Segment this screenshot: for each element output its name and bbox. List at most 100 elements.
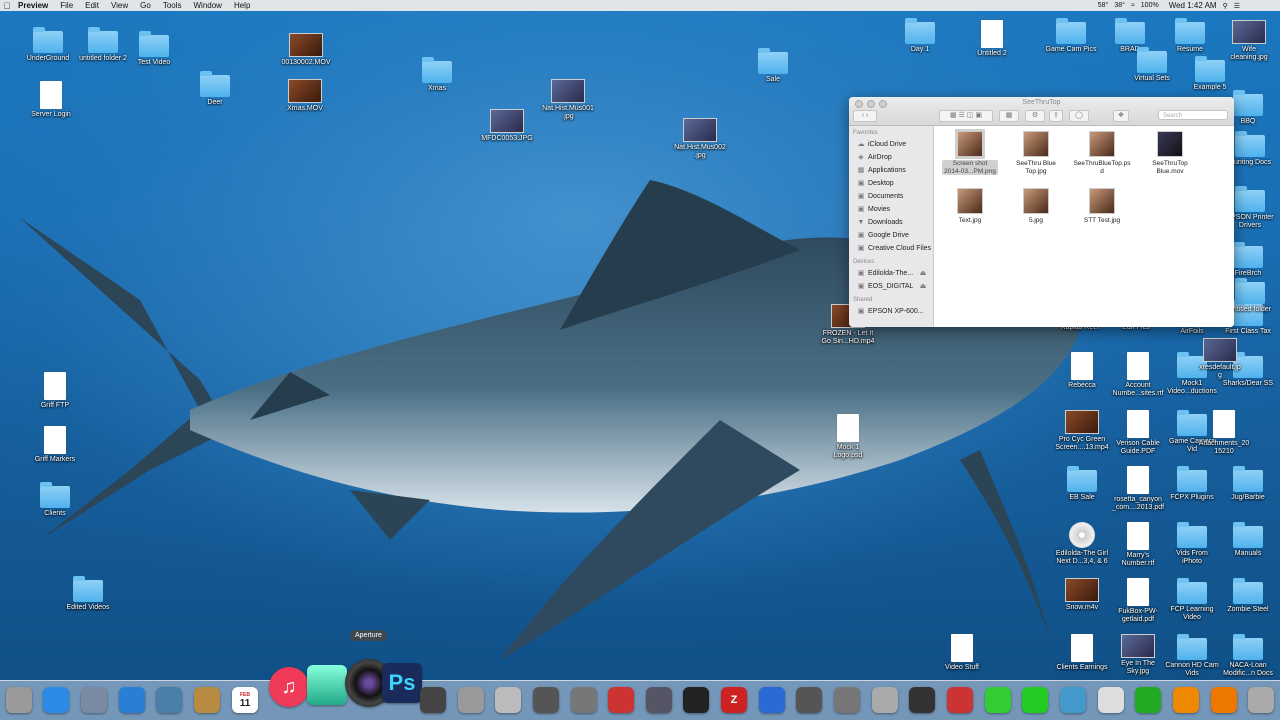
desktop-icon[interactable]: Account Numbe...sites.rtf <box>1108 352 1168 398</box>
desktop-icon[interactable]: Edited Videos <box>58 576 118 612</box>
desktop-icon[interactable]: Verison Cable Guide.PDF <box>1108 410 1168 456</box>
menu-file[interactable]: File <box>54 1 79 10</box>
dock-imovie-icon[interactable] <box>646 687 672 713</box>
dock-numbers-icon[interactable] <box>1135 687 1161 713</box>
dock-filezilla-icon[interactable]: Z <box>721 687 747 713</box>
desktop-icon[interactable]: Server Login <box>21 81 81 119</box>
dock-automator-icon[interactable] <box>458 687 484 713</box>
desktop-icon[interactable]: Griff Markers <box>25 426 85 464</box>
dock-facetime-icon[interactable] <box>1022 687 1048 713</box>
desktop-icon[interactable]: Jug/Barbie <box>1218 466 1278 502</box>
sidebar-item-favorite[interactable]: ◈ AirDrop <box>849 151 933 164</box>
clock[interactable]: Wed 1:42 AM <box>1169 1 1217 10</box>
desktop-icon[interactable]: FCPX Plugins <box>1162 466 1222 502</box>
desktop-icon[interactable]: Nat.Hist.Mus001 .jpg <box>538 79 598 121</box>
desktop-icon[interactable]: Attachments_20 15210 <box>1194 410 1254 456</box>
dock-folder-icon[interactable] <box>1098 687 1124 713</box>
sidebar-item-favorite[interactable]: ▦ Applications <box>849 164 933 177</box>
desktop-icon[interactable]: Snow.m4v <box>1052 578 1112 612</box>
desktop-icon[interactable]: NACA-Loan Modific...n Docs <box>1218 634 1278 678</box>
desktop-icon[interactable]: FCP Learning Video <box>1162 578 1222 622</box>
dock-image-capture-icon[interactable] <box>307 665 347 705</box>
dock-messages-icon[interactable] <box>985 687 1011 713</box>
menu-app-name[interactable]: Preview <box>14 1 54 10</box>
desktop-icon[interactable]: MFDC0053.JPG <box>477 109 537 143</box>
desktop-icon[interactable]: Xmas.MOV <box>275 79 335 113</box>
sidebar-item-device[interactable]: ▣ EOS_DIGITAL ⏏ <box>849 280 933 293</box>
desktop-icon[interactable]: 00130002.MOV <box>276 33 336 67</box>
dock-launchpad-icon[interactable] <box>81 687 107 713</box>
dock-terminal-icon[interactable] <box>683 687 709 713</box>
dock-ibooks-icon[interactable] <box>1211 687 1237 713</box>
dock-directory-icon[interactable] <box>834 687 860 713</box>
desktop-icon[interactable]: Pro Cyc Green Screen....13.mp4 <box>1052 410 1112 452</box>
desktop-icon[interactable]: xresdefault.jp g <box>1190 338 1250 380</box>
desktop-icon[interactable]: Mock 1 Logo.psd <box>818 414 878 460</box>
tag-icon[interactable]: ◯ <box>1069 110 1089 122</box>
finder-file-item[interactable]: Screen shot 2014-03...PM.png <box>938 129 1002 175</box>
desktop-icon[interactable]: Edilolda-The Girl Next D...3,4, & 6 <box>1052 522 1112 566</box>
desktop-icon[interactable]: EB Sale <box>1052 466 1112 502</box>
status-temp-2[interactable]: 38° <box>1114 2 1125 9</box>
finder-file-item[interactable]: SeeThruBlueTop.ps d <box>1070 131 1134 175</box>
dock-motion-icon[interactable] <box>533 687 559 713</box>
desktop-icon[interactable]: Zombie Steel <box>1218 578 1278 614</box>
sidebar-item-favorite[interactable]: ▼ Downloads <box>849 216 933 229</box>
sidebar-item-device[interactable]: ▣ Edilolda-The... ⏏ <box>849 267 933 280</box>
dock-compressor-icon[interactable] <box>571 687 597 713</box>
desktop-icon[interactable]: Griff FTP <box>25 372 85 410</box>
desktop-icon[interactable]: Vids From iPhoto <box>1162 522 1222 566</box>
desktop-icon[interactable]: rosetta_canyon _com....2013.pdf <box>1108 466 1168 512</box>
dock-photo-icon[interactable] <box>909 687 935 713</box>
arrange-button[interactable]: ▦ <box>999 110 1019 122</box>
desktop-icon[interactable]: Example 5 <box>1180 56 1240 92</box>
desktop-icon[interactable]: Test Video <box>124 31 184 67</box>
desktop-icon[interactable]: UnderGround <box>18 27 78 63</box>
dock-finder-icon[interactable] <box>6 687 32 713</box>
sidebar-item-favorite[interactable]: ▣ Desktop <box>849 177 933 190</box>
dock-mail-icon[interactable] <box>1060 687 1086 713</box>
view-mode-buttons[interactable]: ▦ ☰ ◫ ▣ <box>939 110 993 122</box>
finder-file-item[interactable]: SeeThruTop Blue.mov <box>1138 131 1202 175</box>
finder-file-item[interactable]: Text.jpg <box>938 188 1002 225</box>
desktop-icon[interactable]: Eye In The Sky.jpg <box>1108 634 1168 676</box>
sidebar-item-favorite[interactable]: ▣ Documents <box>849 190 933 203</box>
apple-menu-icon[interactable]:  <box>0 1 14 11</box>
finder-file-item[interactable]: SeeThru Blue Top.jpg <box>1004 131 1068 175</box>
dock-itunes-icon[interactable]: ♫ <box>269 667 309 707</box>
menu-edit[interactable]: Edit <box>79 1 105 10</box>
back-forward-buttons[interactable]: ‹ › <box>853 110 877 122</box>
desktop-icon[interactable]: Virtual Sets <box>1122 47 1182 83</box>
sidebar-item-favorite[interactable]: ☁ iCloud Drive <box>849 138 933 151</box>
dock-final-cut-pro-icon[interactable] <box>420 687 446 713</box>
dock-text-icon[interactable] <box>872 687 898 713</box>
action-gear-icon[interactable]: ⚙ <box>1025 110 1045 122</box>
desktop-icon[interactable]: Deer <box>185 71 245 107</box>
menu-go[interactable]: Go <box>134 1 157 10</box>
eject-icon[interactable]: ⏏ <box>919 280 927 293</box>
dock-network-icon[interactable] <box>759 687 785 713</box>
eject-icon[interactable]: ⏏ <box>919 267 927 280</box>
desktop-icon[interactable]: Clients <box>25 482 85 518</box>
desktop-icon[interactable]: FukBox-PW- getlaid.pdf <box>1108 578 1168 624</box>
desktop-icon[interactable]: Game Cam Pics <box>1041 18 1101 54</box>
status-temp-1[interactable]: 58° <box>1098 2 1109 9</box>
wifi-icon[interactable]: ≈ <box>1131 2 1135 9</box>
sidebar-item-favorite[interactable]: ▣ Movies <box>849 203 933 216</box>
desktop-icon[interactable]: Video Stuff <box>932 634 992 672</box>
menu-tools[interactable]: Tools <box>157 1 188 10</box>
desktop-icon[interactable]: Untitled 2 <box>962 20 1022 58</box>
dock-app-store-icon[interactable] <box>43 687 69 713</box>
dropbox-icon[interactable]: ❖ <box>1113 110 1129 122</box>
desktop-icon[interactable]: Marry's Number.rtf <box>1108 522 1168 568</box>
share-icon[interactable]: ⇧ <box>1049 110 1063 122</box>
desktop-icon[interactable]: Cannon HD Cam Vids <box>1162 634 1222 678</box>
dock-trash-icon[interactable] <box>1248 687 1274 713</box>
dock-safari-icon[interactable] <box>119 687 145 713</box>
spotlight-icon[interactable]: ⚲ <box>1223 2 1228 10</box>
desktop-icon[interactable]: Clients Earnings <box>1052 634 1112 672</box>
desktop-icon[interactable]: Sale <box>743 48 803 84</box>
menu-help[interactable]: Help <box>228 1 256 10</box>
sidebar-item-shared[interactable]: ▣ EPSON XP-600... <box>849 305 933 318</box>
sidebar-item-favorite[interactable]: ▣ Creative Cloud Files <box>849 242 933 255</box>
